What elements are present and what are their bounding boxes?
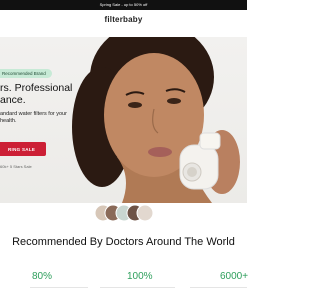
recommended-brand-badge: Recommended Brand — [0, 69, 52, 78]
logo-text: filterbaby — [104, 15, 143, 24]
hero-copy: Recommended Brand rs. Professional ance.… — [0, 37, 120, 203]
doctor-avatar-5 — [136, 204, 153, 222]
spring-sale-button[interactable]: RING SALE — [0, 142, 46, 156]
hero-headline: rs. Professional ance. — [0, 82, 110, 106]
hero-subtext: andard water filters for your health. — [0, 111, 110, 125]
promo-text: Spring Sale - up to 50% off — [99, 2, 148, 7]
reviews-text: 60k+ 5 Stars Sale — [0, 164, 32, 169]
promo-banner[interactable]: Spring Sale - up to 50% off — [0, 0, 247, 10]
stat-value-1: 80% — [32, 271, 53, 282]
stat-value-2: 100% — [127, 271, 153, 282]
doctors-section-title: Recommended By Doctors Around The World — [0, 236, 247, 248]
stat-value-3: 6000+ — [220, 271, 249, 282]
site-header: filterbaby — [0, 10, 247, 37]
stat-item-2: 100% — [127, 271, 153, 282]
stat-divider-1 — [30, 287, 88, 288]
headline-text: rs. Professional ance. — [0, 82, 73, 106]
reviews-summary: 60k+ 5 Stars Sale — [0, 164, 32, 169]
hero-section: Recommended Brand rs. Professional ance.… — [0, 37, 247, 203]
brand-logo[interactable]: filterbaby — [0, 15, 247, 24]
stat-divider-3 — [190, 287, 247, 288]
stat-item-3: 6000+ — [220, 271, 248, 282]
badge-label: Recommended Brand — [2, 71, 46, 76]
subtext-text: andard water filters for your health. — [0, 111, 67, 124]
section-title-text: Recommended By Doctors Around The World — [12, 236, 235, 248]
stat-divider-2 — [100, 287, 175, 288]
doctor-avatars — [95, 204, 153, 222]
stat-item-1: 80% — [32, 271, 52, 282]
